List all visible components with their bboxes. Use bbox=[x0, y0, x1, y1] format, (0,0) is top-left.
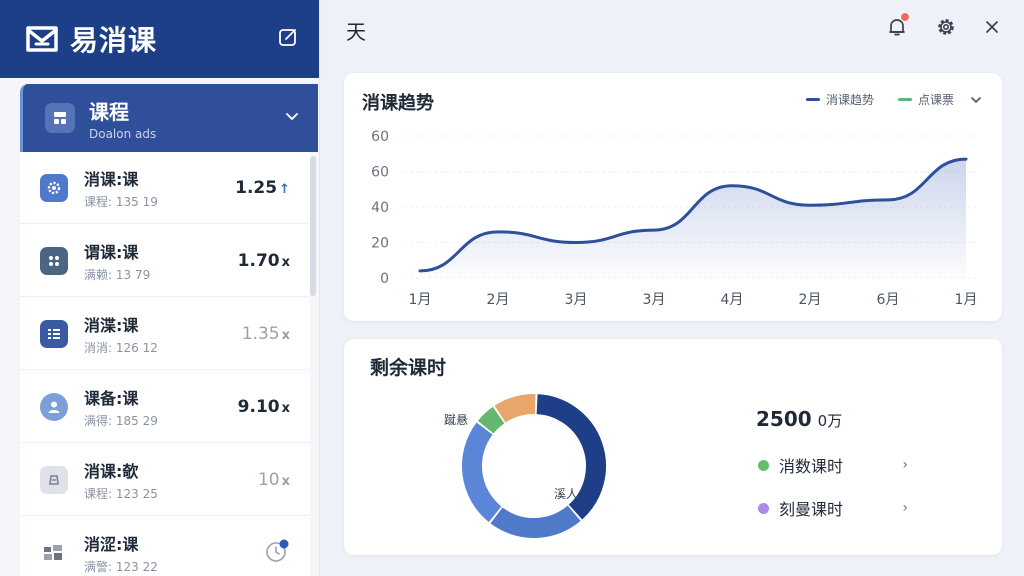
close-icon[interactable] bbox=[979, 14, 1005, 40]
gear-icon[interactable] bbox=[933, 14, 959, 40]
donut-segment bbox=[494, 394, 536, 423]
list-item-value: 10 x bbox=[257, 469, 290, 490]
list-item-value: 1.25 ↑ bbox=[235, 177, 290, 198]
x-tick-label: 1月 bbox=[955, 292, 978, 308]
list-item[interactable]: 消课:欹 课程:‍ 123 25 10 x bbox=[20, 444, 310, 516]
list-item-title: 课备:课 bbox=[84, 388, 139, 408]
course-list: 消课:课 课程:‍ 135 19 1.25 ↑ 谓课:课 满赖:‍ 13 79 1… bbox=[20, 152, 310, 576]
course-header-subtitle: Doalon ads bbox=[89, 126, 157, 141]
stat-row-consumed[interactable]: 消数课时 › bbox=[758, 453, 908, 477]
stat-label: 消数课时 bbox=[779, 457, 844, 476]
card-icon bbox=[40, 465, 68, 494]
list-item-value: 9.10 x bbox=[237, 396, 290, 417]
x-tick-label: 3月 bbox=[643, 292, 666, 308]
chevron-down-icon[interactable] bbox=[284, 108, 300, 128]
course-section-header[interactable]: 课程 Doalon ads bbox=[20, 84, 318, 152]
logo-icon bbox=[24, 21, 60, 57]
bell-icon[interactable] bbox=[884, 12, 910, 40]
group-icon bbox=[40, 246, 68, 275]
list-item[interactable]: 谓课:课 满赖:‍ 13 79 1.70 x bbox=[20, 225, 310, 297]
sidebar-scrollbar[interactable] bbox=[310, 156, 316, 296]
y-tick-label: 40 bbox=[371, 200, 389, 216]
brand-bar: 易消课 bbox=[0, 0, 319, 78]
list-item[interactable]: 消渫:课 消消:‍ 126 12 1.35 x bbox=[20, 298, 310, 370]
list-item-sub: 满警:‍ 123 22 bbox=[84, 559, 158, 574]
edit-icon[interactable] bbox=[277, 26, 299, 48]
x-tick-label: 4月 bbox=[721, 292, 744, 308]
x-tick-label: 3月 bbox=[565, 292, 588, 308]
y-tick-label: 20 bbox=[371, 236, 389, 252]
y-tick-label: 0 bbox=[380, 271, 389, 287]
series-area bbox=[420, 159, 966, 278]
donut-segment bbox=[490, 505, 581, 538]
list-item-sub: 消消:‍ 126 12 bbox=[84, 340, 158, 355]
status-dot bbox=[758, 459, 769, 471]
remaining-title: 剩余课时 bbox=[370, 357, 447, 379]
clock-icon[interactable] bbox=[264, 538, 290, 568]
x-tick-label: 6月 bbox=[877, 292, 900, 308]
trend-chart: 0 20 40 60 60 1月 2月 3月 3月 4月 2月 6月 1月 bbox=[371, 129, 978, 308]
list-item[interactable]: 消涩:课 满警:‍ 123 22 bbox=[20, 517, 310, 576]
x-tick-label: 2月 bbox=[487, 292, 510, 308]
list-item[interactable]: 消课:课 课程:‍ 135 19 1.25 ↑ bbox=[20, 152, 310, 224]
trend-card: 消课趋势 消课趋势 点课票 0 20 40 60 60 1月 2月 3月 3月 4月 2月 6月 1月 bbox=[344, 73, 1002, 321]
list-item[interactable]: 课备:课 满得:‍ 185 29 9.10 x bbox=[20, 371, 310, 443]
list-item-sub: 课程:‍ 135 19 bbox=[84, 194, 158, 209]
list-item-title: 消课:课 bbox=[84, 169, 139, 189]
chevron-right-icon[interactable]: › bbox=[902, 457, 908, 473]
y-tick-label: 60 bbox=[371, 129, 389, 145]
list-item-sub: 满得:‍ 185 29 bbox=[84, 413, 158, 428]
trend-up-icon: ↑ bbox=[279, 181, 290, 197]
user-icon bbox=[40, 392, 68, 421]
page-title: 天 bbox=[346, 20, 366, 44]
app-name: 易消课 bbox=[70, 24, 158, 57]
donut-chart bbox=[462, 394, 606, 538]
list-item-title: 谓课:课 bbox=[84, 242, 139, 262]
grid-icon bbox=[40, 539, 68, 567]
list-item-sub: 课程:‍ 123 25 bbox=[84, 486, 158, 501]
stat-label: 刻曼课时 bbox=[779, 500, 844, 519]
donut-label: 溪人 bbox=[554, 487, 579, 501]
stat-row-scheduled[interactable]: 刻曼课时 › bbox=[758, 496, 908, 520]
total-hours: 2500 0万 bbox=[756, 407, 843, 431]
list-item-value: 1.70 x bbox=[237, 250, 290, 271]
x-tick-label: 2月 bbox=[799, 292, 822, 308]
status-dot bbox=[758, 502, 769, 514]
notification-badge bbox=[900, 12, 910, 22]
list-item-sub: 满赖:‍ 13 79 bbox=[84, 267, 151, 282]
course-icon bbox=[45, 103, 75, 133]
list-icon bbox=[40, 319, 68, 348]
list-item-title: 消课:欹 bbox=[84, 461, 139, 481]
donut-segment bbox=[462, 422, 502, 523]
gear-icon bbox=[40, 173, 68, 202]
course-header-title: 课程 bbox=[89, 99, 129, 124]
chevron-right-icon[interactable]: › bbox=[902, 500, 908, 516]
main-panel: 天 消课趋势 消课趋势 点课票 0 20 40 60 60 1月 2月 3月 3月 4月 2月 6月 1… bbox=[320, 0, 1024, 576]
list-item-title: 消涩:课 bbox=[84, 534, 139, 554]
donut-segment bbox=[477, 406, 505, 434]
list-item-title: 消渫:课 bbox=[84, 315, 139, 335]
x-tick-label: 1月 bbox=[409, 292, 432, 308]
list-item-value: 1.35 x bbox=[241, 323, 290, 344]
y-tick-label: 60 bbox=[371, 165, 389, 181]
remaining-card: 剩余课时 蹴悬 溪人 2500 0万 消数课时 › 刻曼课时 › bbox=[344, 339, 1002, 555]
sidebar: 易消课 课程 Doalon ads bbox=[0, 0, 320, 576]
donut-label: 蹴悬 bbox=[444, 413, 469, 427]
